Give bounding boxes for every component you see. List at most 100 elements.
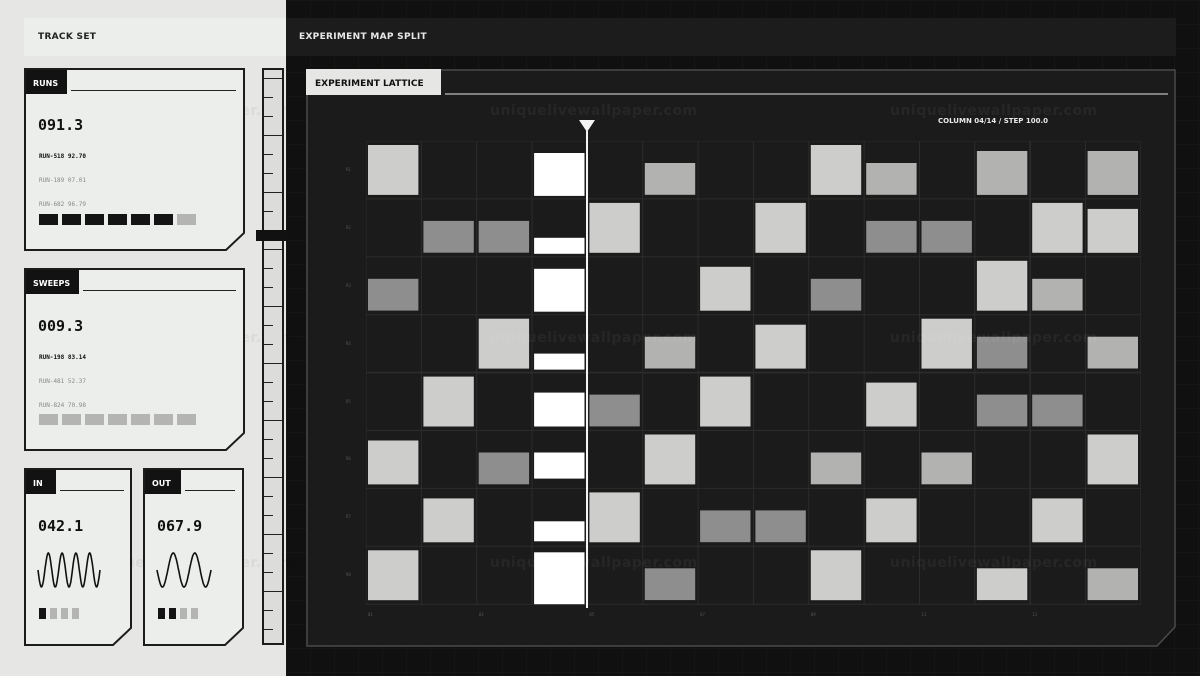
- lattice-cell[interactable]: [534, 353, 585, 370]
- in-card[interactable]: IN 042.1: [24, 468, 133, 646]
- lattice-cell[interactable]: [534, 452, 585, 479]
- sweeps-segment-bar: [39, 414, 196, 425]
- row-label: R3: [346, 282, 351, 288]
- sweeps-card[interactable]: SWEEPS 009.3 RUN-198 83.14 RUN-481 52.37…: [24, 268, 245, 451]
- ruler-tick: [264, 173, 273, 174]
- lattice-cell[interactable]: [755, 202, 806, 253]
- lattice-cell[interactable]: [368, 440, 419, 485]
- playhead-marker-icon[interactable]: [579, 120, 595, 132]
- lattice-cell[interactable]: [866, 163, 917, 195]
- lattice-cell[interactable]: [1032, 278, 1083, 311]
- out-card[interactable]: OUT 067.9: [143, 468, 245, 646]
- lattice-cell[interactable]: [534, 237, 585, 254]
- column-label: 03: [478, 612, 484, 617]
- lattice-cell[interactable]: [423, 376, 474, 427]
- lattice-cell[interactable]: [755, 324, 806, 369]
- lattice-cell[interactable]: [534, 153, 585, 196]
- lattice-cell[interactable]: [478, 220, 530, 253]
- lattice-cell[interactable]: [423, 498, 474, 543]
- watermark: uniquelivewallpaper.com: [490, 330, 698, 346]
- ruler-tick: [264, 401, 273, 402]
- lattice-cell[interactable]: [921, 220, 972, 253]
- segment: [108, 214, 127, 225]
- lattice-cell[interactable]: [810, 278, 862, 311]
- lattice-cell[interactable]: [976, 260, 1028, 311]
- lattice-cell[interactable]: [534, 521, 585, 542]
- lattice-cell[interactable]: [589, 202, 640, 253]
- lattice-cell[interactable]: [810, 550, 862, 601]
- lattice-cell[interactable]: [700, 266, 751, 311]
- lattice-cell[interactable]: [810, 145, 862, 195]
- ruler-tick: [264, 477, 282, 478]
- in-card-tab: IN: [26, 470, 56, 494]
- lattice-cell[interactable]: [866, 498, 917, 543]
- lattice-cell[interactable]: [1087, 568, 1138, 601]
- lattice-cell[interactable]: [755, 510, 806, 543]
- ruler-tick: [264, 268, 273, 269]
- row-label: R2: [346, 224, 351, 230]
- sweeps-line-3: RUN-824 70.98: [39, 402, 86, 409]
- lattice-cell[interactable]: [534, 268, 585, 312]
- ruler-tick: [264, 553, 273, 554]
- lattice-cell[interactable]: [534, 392, 585, 427]
- lattice-cell[interactable]: [368, 145, 419, 195]
- lattice-cell[interactable]: [423, 220, 474, 253]
- ruler-tick: [264, 629, 273, 630]
- lattice-cell[interactable]: [368, 278, 419, 311]
- lattice-cell[interactable]: [478, 452, 530, 485]
- runs-line-2: RUN-189 07.01: [39, 177, 86, 184]
- lattice-cell[interactable]: [644, 163, 696, 195]
- watermark: uniquelivewallpaper.com: [490, 555, 698, 571]
- segment: [61, 608, 68, 619]
- lattice-cell[interactable]: [921, 452, 972, 485]
- runs-card-tab: RUNS: [26, 70, 67, 94]
- ruler-tick: [264, 154, 273, 155]
- lattice-cell[interactable]: [1087, 434, 1138, 485]
- runs-card[interactable]: RUNS 091.3 RUN-518 92.70 RUN-189 07.01 R…: [24, 68, 245, 251]
- ruler-tick: [264, 211, 273, 212]
- lattice-cell[interactable]: [866, 382, 917, 427]
- lattice-cell[interactable]: [1032, 498, 1083, 543]
- ruler-tick: [264, 78, 282, 79]
- lattice-grid[interactable]: [366, 141, 1141, 605]
- row-label: R5: [346, 398, 351, 404]
- lattice-cell[interactable]: [1032, 202, 1083, 253]
- watermark: uniquelivewallpaper.com: [890, 555, 1098, 571]
- ruler-tick: [264, 458, 273, 459]
- ruler-tick: [264, 496, 273, 497]
- segment: [191, 608, 198, 619]
- lattice-cell[interactable]: [976, 151, 1028, 195]
- track-set-title: TRACK SET: [38, 32, 97, 42]
- ruler-handle[interactable]: [256, 230, 288, 241]
- segment: [131, 214, 150, 225]
- lattice-cell[interactable]: [644, 434, 696, 485]
- out-waveform: [156, 552, 212, 588]
- lattice-cell[interactable]: [866, 220, 917, 253]
- column-label: 13: [1032, 612, 1038, 617]
- lattice-cell[interactable]: [589, 492, 640, 543]
- lattice-cell[interactable]: [700, 376, 751, 427]
- ruler-tick: [264, 610, 273, 611]
- row-label: R1: [346, 166, 351, 172]
- lattice-cell[interactable]: [810, 452, 862, 485]
- segment: [180, 608, 187, 619]
- lattice-cell[interactable]: [976, 568, 1028, 601]
- experiment-lattice-tab[interactable]: EXPERIMENT LATTICE: [306, 69, 441, 95]
- lattice-cell[interactable]: [1087, 151, 1138, 195]
- lattice-cell[interactable]: [368, 550, 419, 601]
- lattice-cell[interactable]: [700, 510, 751, 543]
- lattice-cell[interactable]: [644, 568, 696, 601]
- vertical-ruler[interactable]: [262, 68, 284, 645]
- sweeps-line-2: RUN-481 52.37: [39, 378, 86, 385]
- column-label: 01: [368, 612, 373, 617]
- segment: [72, 608, 79, 619]
- playhead-line[interactable]: [586, 131, 588, 608]
- lattice-cell[interactable]: [1087, 208, 1138, 253]
- track-set-header: TRACK SET: [24, 18, 286, 56]
- row-label: R8: [346, 572, 351, 578]
- out-value: 067.9: [157, 517, 203, 535]
- lattice-cell[interactable]: [976, 394, 1028, 427]
- lattice-cell[interactable]: [589, 394, 640, 427]
- card-tab-line: [83, 290, 236, 291]
- lattice-cell[interactable]: [1032, 394, 1083, 427]
